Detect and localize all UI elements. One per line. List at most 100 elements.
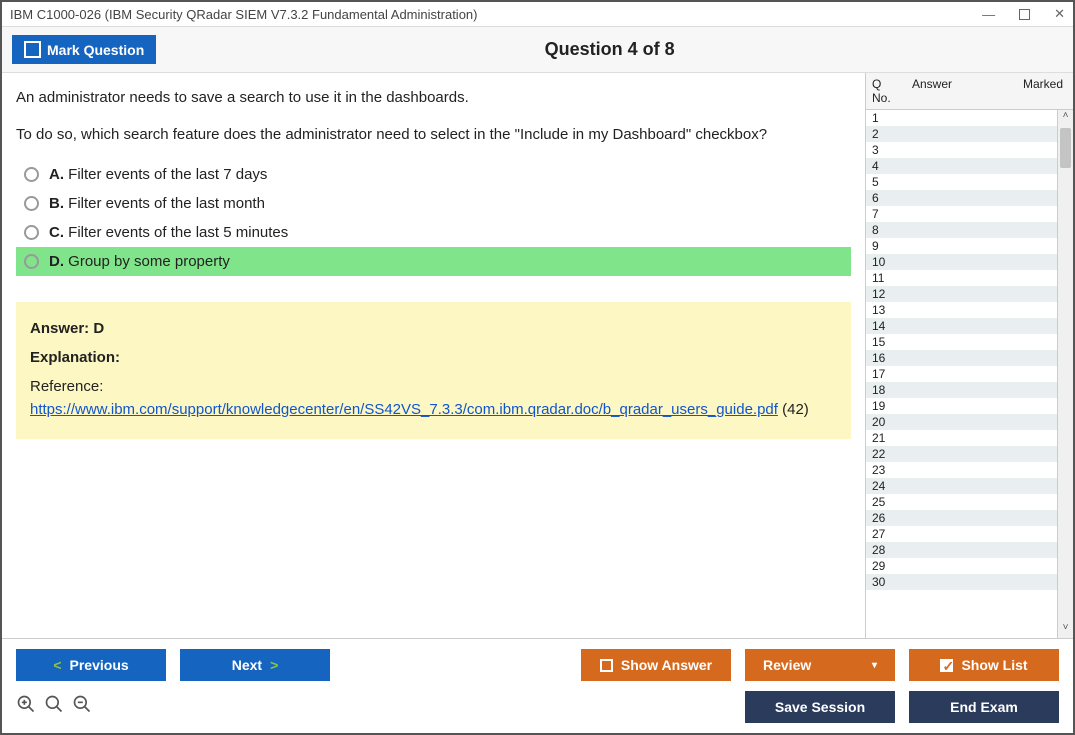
scroll-up-icon[interactable]: ˄: [1058, 110, 1073, 126]
sidebar-row[interactable]: 8: [866, 222, 1057, 238]
question-content: An administrator needs to save a search …: [2, 73, 865, 638]
sidebar-row[interactable]: 2: [866, 126, 1057, 142]
sidebar-row[interactable]: 23: [866, 462, 1057, 478]
row-qno: 13: [872, 303, 912, 317]
sidebar-row[interactable]: 16: [866, 350, 1057, 366]
row-answer: [912, 271, 991, 285]
sidebar-row[interactable]: 26: [866, 510, 1057, 526]
row-qno: 14: [872, 319, 912, 333]
sidebar-row[interactable]: 4: [866, 158, 1057, 174]
row-qno: 26: [872, 511, 912, 525]
answer-option[interactable]: C. Filter events of the last 5 minutes: [16, 218, 851, 247]
sidebar-row[interactable]: 24: [866, 478, 1057, 494]
option-text: D. Group by some property: [49, 253, 230, 270]
row-answer: [912, 191, 991, 205]
next-button[interactable]: Next >: [180, 649, 330, 681]
radio-icon[interactable]: [24, 254, 39, 269]
zoom-in-icon[interactable]: [16, 694, 36, 720]
zoom-reset-icon[interactable]: [44, 694, 64, 720]
answer-option[interactable]: A. Filter events of the last 7 days: [16, 160, 851, 189]
reference-link[interactable]: https://www.ibm.com/support/knowledgecen…: [30, 401, 778, 418]
sidebar-row[interactable]: 27: [866, 526, 1057, 542]
minimize-icon[interactable]: —: [982, 7, 995, 22]
sidebar-row[interactable]: 6: [866, 190, 1057, 206]
zoom-out-icon[interactable]: [72, 694, 92, 720]
save-session-button[interactable]: Save Session: [745, 691, 895, 723]
sidebar-body: 1234567891011121314151617181920212223242…: [866, 110, 1073, 638]
row-answer: [912, 447, 991, 461]
radio-icon[interactable]: [24, 225, 39, 240]
radio-icon[interactable]: [24, 167, 39, 182]
row-qno: 7: [872, 207, 912, 221]
option-text: A. Filter events of the last 7 days: [49, 166, 267, 183]
row-marked: [991, 335, 1051, 349]
sidebar-row[interactable]: 1: [866, 110, 1057, 126]
window-controls: — ✕: [982, 6, 1065, 22]
sidebar-row[interactable]: 12: [866, 286, 1057, 302]
sidebar-row[interactable]: 19: [866, 398, 1057, 414]
row-answer: [912, 511, 991, 525]
row-marked: [991, 143, 1051, 157]
close-icon[interactable]: ✕: [1054, 6, 1065, 22]
row-marked: [991, 159, 1051, 173]
review-button[interactable]: Review ▾: [745, 649, 895, 681]
sidebar-row[interactable]: 20: [866, 414, 1057, 430]
sidebar-row[interactable]: 9: [866, 238, 1057, 254]
row-answer: [912, 559, 991, 573]
sidebar-row[interactable]: 15: [866, 334, 1057, 350]
maximize-icon[interactable]: [1019, 9, 1030, 20]
row-marked: [991, 415, 1051, 429]
show-answer-label: Show Answer: [621, 657, 712, 673]
row-marked: [991, 127, 1051, 141]
sidebar-row[interactable]: 25: [866, 494, 1057, 510]
sidebar-row[interactable]: 5: [866, 174, 1057, 190]
sidebar-row[interactable]: 7: [866, 206, 1057, 222]
row-answer: [912, 495, 991, 509]
row-marked: [991, 543, 1051, 557]
row-marked: [991, 559, 1051, 573]
sidebar-row[interactable]: 3: [866, 142, 1057, 158]
answer-panel: Answer: D Explanation: Reference: https:…: [16, 302, 851, 439]
reference-suffix: (42): [778, 401, 809, 418]
scroll-down-icon[interactable]: ˅: [1058, 622, 1073, 638]
sidebar-row[interactable]: 21: [866, 430, 1057, 446]
sidebar-row[interactable]: 22: [866, 446, 1057, 462]
sidebar-row[interactable]: 28: [866, 542, 1057, 558]
scroll-thumb[interactable]: [1060, 128, 1071, 168]
footer: < Previous Next > Show Answer Review ▾ S…: [2, 638, 1073, 733]
answer-option[interactable]: B. Filter events of the last month: [16, 189, 851, 218]
row-qno: 28: [872, 543, 912, 557]
row-qno: 9: [872, 239, 912, 253]
row-marked: [991, 447, 1051, 461]
sidebar-row[interactable]: 18: [866, 382, 1057, 398]
row-qno: 15: [872, 335, 912, 349]
question-list-sidebar: Q No. Answer Marked 12345678910111213141…: [865, 73, 1073, 638]
sidebar-row[interactable]: 11: [866, 270, 1057, 286]
end-exam-button[interactable]: End Exam: [909, 691, 1059, 723]
review-label: Review: [763, 657, 811, 673]
row-marked: [991, 175, 1051, 189]
previous-button[interactable]: < Previous: [16, 649, 166, 681]
show-answer-button[interactable]: Show Answer: [581, 649, 731, 681]
question-text: An administrator needs to save a search …: [16, 87, 851, 146]
mark-question-button[interactable]: Mark Question: [12, 35, 156, 64]
row-answer: [912, 367, 991, 381]
answer-option[interactable]: D. Group by some property: [16, 247, 851, 276]
sidebar-scrollbar[interactable]: ˄ ˅: [1057, 110, 1073, 638]
sidebar-row[interactable]: 13: [866, 302, 1057, 318]
row-marked: [991, 111, 1051, 125]
radio-icon[interactable]: [24, 196, 39, 211]
sidebar-row[interactable]: 17: [866, 366, 1057, 382]
header-bar: Mark Question Question 4 of 8: [2, 26, 1073, 73]
sidebar-row[interactable]: 10: [866, 254, 1057, 270]
option-text: C. Filter events of the last 5 minutes: [49, 224, 288, 241]
row-qno: 30: [872, 575, 912, 589]
row-answer: [912, 431, 991, 445]
sidebar-row[interactable]: 29: [866, 558, 1057, 574]
row-answer: [912, 175, 991, 189]
sidebar-row[interactable]: 14: [866, 318, 1057, 334]
footer-row-1: < Previous Next > Show Answer Review ▾ S…: [16, 649, 1059, 681]
row-qno: 27: [872, 527, 912, 541]
sidebar-row[interactable]: 30: [866, 574, 1057, 590]
show-list-button[interactable]: Show List: [909, 649, 1059, 681]
